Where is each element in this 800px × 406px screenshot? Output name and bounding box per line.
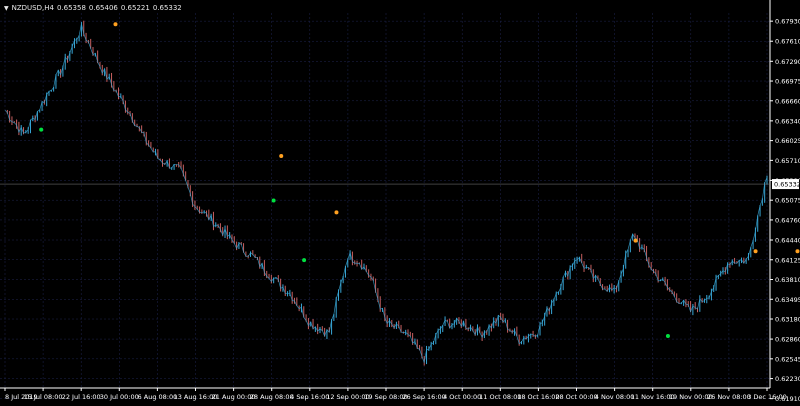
- y-tick-label: 0.63495: [775, 296, 800, 304]
- y-tick-label: 0.63180: [775, 316, 800, 324]
- current-price-label: 0.65332: [774, 181, 800, 189]
- y-tick-label: 0.66340: [775, 117, 800, 125]
- price-chart[interactable]: 0.67930 0.67610 0.67290 0.66975 0.66660 0.663…: [0, 0, 800, 406]
- y-tick-label: 0.63810: [775, 276, 800, 284]
- x-tick-label: 28 Oct 00:00: [555, 393, 597, 401]
- high-marker: [795, 249, 800, 254]
- chart-window[interactable]: 0.67930 0.67610 0.67290 0.66975 0.66660 0.663…: [0, 0, 800, 406]
- high-marker: [753, 249, 758, 254]
- x-tick-label: 4 Sep 16:00: [290, 393, 329, 401]
- x-tick-label: 3 Dec 16:00: [747, 393, 787, 401]
- dropdown-arrow-icon[interactable]: ▼: [4, 5, 9, 12]
- y-tick-label: 0.64760: [775, 216, 800, 224]
- x-tick-label: 30 Jul 00:00: [100, 393, 139, 401]
- y-tick-label: 0.62860: [775, 336, 800, 344]
- high-marker: [279, 153, 284, 158]
- x-tick-label: 4 Oct 00:00: [443, 393, 481, 401]
- y-tick-label: 0.62230: [775, 375, 800, 383]
- y-tick-label: 0.64440: [775, 237, 800, 245]
- x-tick-label: 6 Aug 08:00: [138, 393, 178, 401]
- x-tick-label: 18 Oct 16:00: [517, 393, 559, 401]
- y-tick-label: 0.67290: [775, 58, 800, 66]
- x-tick-label: 12 Sep 00:00: [326, 393, 369, 401]
- low-value: 0.65221: [120, 4, 150, 12]
- y-tick-label: 0.66975: [775, 78, 800, 86]
- y-tick-label: 0.64125: [775, 256, 800, 264]
- high-marker: [334, 210, 339, 215]
- chart-header: ▼ NZDUSD,H4 0.65358 0.65406 0.65221 0.65…: [4, 2, 185, 14]
- x-tick-label: 19 Sep 08:00: [364, 393, 407, 401]
- x-tick-label: 26 Nov 08:00: [707, 393, 751, 401]
- y-tick-label: 0.65710: [775, 157, 800, 165]
- low-marker: [271, 198, 276, 203]
- x-tick-label: 28 Aug 08:00: [250, 393, 294, 401]
- y-tick-label: 0.67610: [775, 38, 800, 46]
- close-value: 0.65332: [152, 4, 182, 12]
- high-marker: [113, 22, 118, 27]
- low-marker: [39, 127, 44, 132]
- x-tick-label: 26 Sep 16:00: [402, 393, 445, 401]
- x-tick-label: 22 Jul 16:00: [62, 393, 101, 401]
- high-value: 0.65406: [88, 4, 118, 12]
- open-value: 0.65358: [56, 4, 86, 12]
- y-tick-label: 0.62545: [775, 355, 800, 363]
- x-tick-label: 15 Jul 08:00: [24, 393, 63, 401]
- high-marker: [633, 238, 638, 243]
- y-tick-label: 0.66660: [775, 97, 800, 105]
- low-marker: [302, 258, 307, 263]
- low-marker: [665, 333, 670, 338]
- y-tick-label: 0.67930: [775, 18, 800, 26]
- y-tick-label: 0.66025: [775, 137, 800, 145]
- symbol-label: NZDUSD,H4: [11, 4, 54, 12]
- x-tick-label: 4 Nov 08:00: [595, 393, 635, 401]
- x-tick-label: 11 Oct 08:00: [479, 393, 521, 401]
- y-tick-label: 0.65075: [775, 197, 800, 205]
